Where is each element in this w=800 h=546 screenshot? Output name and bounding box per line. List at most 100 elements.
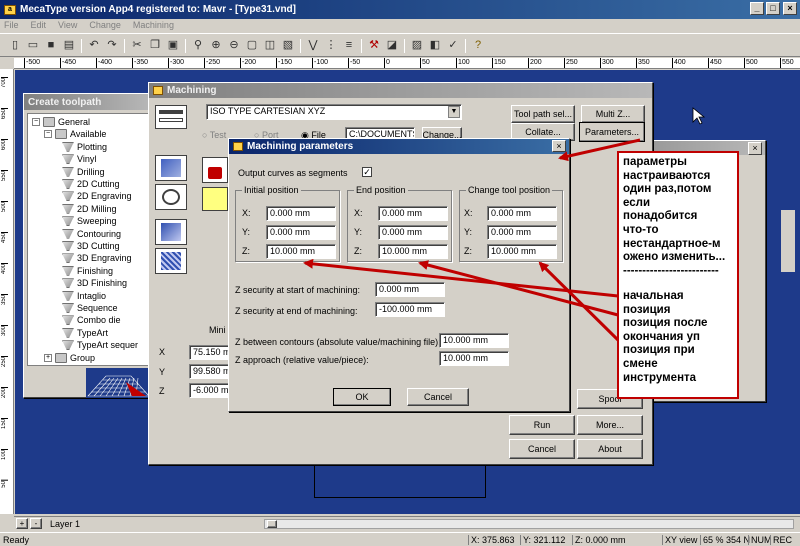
zoom-icon[interactable]: ⚲ bbox=[191, 38, 205, 52]
initial-x-field[interactable]: 0.000 mm bbox=[266, 206, 336, 221]
zoom-in-icon[interactable]: ⊕ bbox=[209, 38, 223, 52]
copy-icon[interactable]: ❐ bbox=[148, 38, 162, 52]
redo-icon[interactable]: ↷ bbox=[105, 38, 119, 52]
undo-icon[interactable]: ↶ bbox=[87, 38, 101, 52]
end-z-field[interactable]: 10.000 mm bbox=[378, 244, 448, 259]
about-button[interactable]: About bbox=[577, 439, 643, 459]
node-icon[interactable]: ⋁ bbox=[306, 38, 320, 52]
machining-icon[interactable]: ⚒ bbox=[367, 38, 381, 52]
zsec-start-field[interactable]: 0.000 mm bbox=[375, 282, 445, 297]
initial-y-field[interactable]: 0.000 mm bbox=[266, 225, 336, 240]
menu-edit[interactable]: Edit bbox=[31, 20, 47, 30]
end-x-field[interactable]: 0.000 mm bbox=[378, 206, 448, 221]
tree-item[interactable]: TypeArt sequer bbox=[28, 339, 138, 351]
tree-item[interactable]: Intaglio bbox=[28, 290, 106, 302]
tree-item[interactable]: Sweeping bbox=[28, 215, 117, 227]
tree-available[interactable]: − Available bbox=[28, 128, 106, 140]
zoom-all-icon[interactable]: ◫ bbox=[263, 38, 277, 52]
menu-view[interactable]: View bbox=[58, 20, 77, 30]
collapse-icon[interactable]: − bbox=[32, 118, 40, 126]
tree-group[interactable]: + Group bbox=[28, 352, 95, 364]
canvas-scrollbar[interactable] bbox=[781, 210, 795, 272]
change-y-field[interactable]: 0.000 mm bbox=[487, 225, 557, 240]
collapse-icon[interactable]: − bbox=[44, 130, 52, 139]
run-button[interactable]: Run bbox=[509, 415, 575, 435]
grid-icon[interactable]: ⋮ bbox=[324, 38, 338, 52]
zoom-page-icon[interactable]: ▧ bbox=[281, 38, 295, 52]
help-icon[interactable]: ? bbox=[471, 38, 485, 52]
maximize-button[interactable]: □ bbox=[766, 2, 780, 15]
zoom-out-icon[interactable]: ⊖ bbox=[227, 38, 241, 52]
more-button[interactable]: More... bbox=[577, 415, 643, 435]
menu-machining[interactable]: Machining bbox=[133, 20, 174, 30]
layer-remove-button[interactable]: - bbox=[30, 518, 42, 529]
tree-item[interactable]: 2D Milling bbox=[28, 203, 117, 215]
layer-add-button[interactable]: + bbox=[16, 518, 28, 529]
layer-tab[interactable]: Layer 1 bbox=[50, 519, 80, 529]
minimize-button[interactable]: _ bbox=[750, 2, 764, 15]
preview-icon[interactable]: ▨ bbox=[410, 38, 424, 52]
machine-select[interactable]: ISO TYPE CARTESIAN XYZ ▼ bbox=[206, 104, 462, 120]
tree-item[interactable]: Vinyl bbox=[28, 153, 96, 165]
toolpath-icon[interactable]: ◪ bbox=[385, 38, 399, 52]
background-dialog-close[interactable]: × bbox=[748, 142, 762, 155]
tree-item[interactable]: 3D Engraving bbox=[28, 252, 132, 264]
expand-icon[interactable]: + bbox=[44, 353, 52, 362]
multi-z-button[interactable]: Multi Z... bbox=[581, 105, 645, 123]
x-value-field[interactable]: 75.150 m bbox=[189, 345, 229, 360]
tree-item[interactable]: 2D Cutting bbox=[28, 178, 120, 190]
tree-item[interactable]: Finishing bbox=[28, 265, 113, 277]
align-icon[interactable]: ≡ bbox=[342, 38, 356, 52]
hscroll-thumb[interactable] bbox=[267, 520, 277, 528]
change-z-field[interactable]: 10.000 mm bbox=[487, 244, 557, 259]
chevron-down-icon[interactable]: ▼ bbox=[448, 106, 460, 118]
machining-cancel-button[interactable]: Cancel bbox=[509, 439, 575, 459]
tree-item[interactable]: 3D Finishing bbox=[28, 277, 127, 289]
new-file-icon[interactable]: ▯ bbox=[8, 38, 22, 52]
z-value-field[interactable]: -6.000 m bbox=[189, 383, 229, 398]
zapproach-field[interactable]: 10.000 mm bbox=[439, 351, 509, 366]
tree-item[interactable]: 2D Engraving bbox=[28, 190, 132, 202]
tool-icon-1[interactable] bbox=[155, 155, 187, 181]
end-y-field[interactable]: 0.000 mm bbox=[378, 225, 448, 240]
tree-item[interactable]: 3D Cutting bbox=[28, 240, 120, 252]
params-cancel-button[interactable]: Cancel bbox=[407, 388, 469, 406]
status-rec: REC bbox=[770, 534, 792, 545]
cut-icon[interactable]: ✂ bbox=[130, 38, 144, 52]
open-folder-icon[interactable]: ▭ bbox=[26, 38, 40, 52]
radio-test[interactable]: ○ Test bbox=[202, 130, 226, 140]
zsec-end-field[interactable]: -100.000 mm bbox=[375, 302, 445, 317]
tree-item[interactable]: Drilling bbox=[28, 166, 105, 178]
paste-icon[interactable]: ▣ bbox=[166, 38, 180, 52]
save-icon[interactable]: ■ bbox=[44, 38, 58, 52]
toolpath-tree[interactable]: − General − Available Plotting Vinyl Drilling 2… bbox=[27, 113, 151, 366]
ok-button[interactable]: OK bbox=[333, 388, 391, 406]
horizontal-scrollbar[interactable] bbox=[264, 519, 794, 529]
tool-icon-3[interactable] bbox=[155, 219, 187, 245]
print-icon[interactable]: ▤ bbox=[62, 38, 76, 52]
y-value-field[interactable]: 99.580 m bbox=[189, 364, 229, 379]
params-close-icon[interactable]: × bbox=[552, 140, 566, 152]
tree-item[interactable]: Plotting bbox=[28, 141, 107, 153]
change-x-field[interactable]: 0.000 mm bbox=[487, 206, 557, 221]
tree-item[interactable]: Sequence bbox=[28, 302, 118, 314]
tree-label: TypeArt bbox=[77, 327, 109, 338]
tool-icon-2[interactable] bbox=[155, 184, 187, 210]
parameters-button[interactable]: Parameters... bbox=[579, 122, 645, 142]
tree-item[interactable]: Combo die bbox=[28, 314, 121, 326]
initial-z-field[interactable]: 10.000 mm bbox=[266, 244, 336, 259]
zoom-window-icon[interactable]: ▢ bbox=[245, 38, 259, 52]
zbetween-field[interactable]: 10.000 mm bbox=[439, 333, 509, 348]
output-icon[interactable]: ◧ bbox=[428, 38, 442, 52]
tree-item[interactable]: TypeArt bbox=[28, 327, 108, 339]
close-button[interactable]: × bbox=[783, 2, 797, 15]
menu-change[interactable]: Change bbox=[89, 20, 121, 30]
check-icon[interactable]: ✓ bbox=[446, 38, 460, 52]
tool-icon-4[interactable] bbox=[155, 248, 187, 274]
tree-item[interactable]: Contouring bbox=[28, 228, 121, 240]
tree-general[interactable]: − General bbox=[28, 116, 90, 128]
menu-file[interactable]: File bbox=[4, 20, 19, 30]
tool-path-sel-button[interactable]: Tool path sel... bbox=[511, 105, 575, 123]
output-curves-checkbox[interactable]: ✓ bbox=[362, 167, 372, 177]
app-title: MecaType version App4 registered to: Mav… bbox=[20, 4, 296, 15]
